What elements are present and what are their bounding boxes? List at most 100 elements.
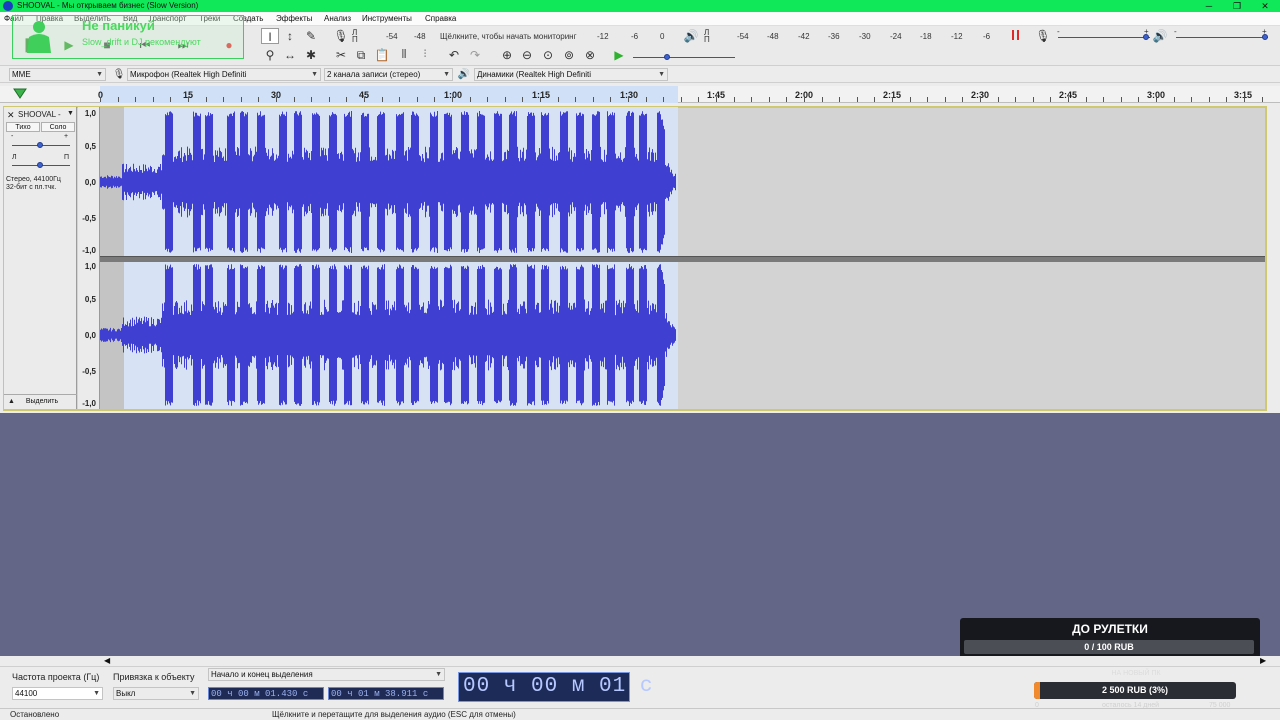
collapse-icon[interactable]: ▲ bbox=[8, 398, 15, 405]
fit-selection-icon[interactable]: ⊙ bbox=[539, 47, 557, 63]
amp-tick: 0,0 bbox=[84, 178, 96, 187]
paste-icon[interactable]: 📋 bbox=[373, 47, 391, 63]
ruler-tick: 3:15 bbox=[1234, 90, 1253, 100]
selection-tool-icon[interactable]: I bbox=[261, 28, 279, 44]
close-button[interactable]: ✕ bbox=[1250, 0, 1280, 12]
track-name-menu[interactable]: SHOOVAL - bbox=[18, 110, 61, 119]
ruler-minor-tick bbox=[786, 97, 787, 102]
ruler-tick: 1:00 bbox=[444, 90, 463, 100]
selection-mode-select[interactable]: Начало и конец выделения ▼ bbox=[208, 668, 445, 681]
play-at-speed-icon[interactable]: ▶ bbox=[610, 47, 628, 63]
timeshift-tool-icon[interactable]: ↔ bbox=[281, 47, 299, 63]
speaker-icon[interactable]: 🔊 bbox=[682, 28, 700, 44]
zoom-tool-icon[interactable]: ⚲ bbox=[261, 47, 279, 63]
solo-button[interactable]: Соло bbox=[41, 122, 75, 132]
minimize-button[interactable]: ─ bbox=[1194, 0, 1224, 12]
zoom-out-icon[interactable]: ⊖ bbox=[518, 47, 536, 63]
draw-tool-icon[interactable]: ✎ bbox=[302, 28, 320, 44]
menu-effects[interactable]: Эффекты bbox=[276, 14, 312, 23]
selection-start-time[interactable]: 00 ч 00 м 01.430 с bbox=[208, 687, 324, 700]
ruler-minor-tick bbox=[998, 97, 999, 102]
ruler-minor-tick bbox=[857, 97, 858, 102]
microphone-icon: 🎙 bbox=[112, 69, 126, 80]
menu-analyze[interactable]: Анализ bbox=[324, 14, 351, 23]
ruler-minor-tick bbox=[153, 97, 154, 102]
pan-slider[interactable] bbox=[37, 162, 43, 168]
multi-tool-icon[interactable]: ✱ bbox=[302, 47, 320, 63]
copy-icon[interactable]: ⧉ bbox=[352, 47, 370, 63]
rec-scale-12: -12 bbox=[597, 32, 609, 41]
roulette-goal-widget: ДО РУЛЕТКИ 0 / 100 RUB bbox=[960, 618, 1260, 660]
zoom-in-icon[interactable]: ⊕ bbox=[498, 47, 516, 63]
menu-tools[interactable]: Инструменты bbox=[362, 14, 412, 23]
play-volume-track bbox=[1176, 37, 1268, 38]
window-title: SHOOVAL - Мы открываем бизнес (Slow Vers… bbox=[17, 1, 199, 10]
rec-scale-0: 0 bbox=[660, 32, 665, 41]
timeline-ruler[interactable]: 0 15 30 45 1:00 1:15 1:30 1:45 2:00 2:15… bbox=[0, 86, 1280, 103]
ruler-minor-tick bbox=[663, 97, 664, 102]
ruler-minor-tick bbox=[170, 97, 171, 102]
roulette-progress: 0 / 100 RUB bbox=[964, 640, 1254, 654]
device-toolbar: MME ▼ 🎙 Микрофон (Realtek High Definiti ▼ … bbox=[0, 66, 1280, 83]
menu-help[interactable]: Справка bbox=[425, 14, 456, 23]
chevron-down-icon: ▼ bbox=[658, 71, 665, 78]
snap-value: Выкл bbox=[116, 689, 136, 698]
mute-button[interactable]: Тихо bbox=[6, 122, 40, 132]
channels-select[interactable]: 2 канала записи (стерео) ▼ bbox=[324, 68, 453, 81]
overlay-title: Не паникуй bbox=[82, 18, 155, 33]
fit-project-icon[interactable]: ⊚ bbox=[560, 47, 578, 63]
ruler-minor-tick bbox=[135, 97, 136, 102]
microphone-icon[interactable]: 🎙 bbox=[332, 28, 350, 44]
play-scale-42: -42 bbox=[798, 32, 810, 41]
project-rate-select[interactable]: 44100 ▼ bbox=[12, 687, 103, 700]
trim-icon[interactable]: ⫼ bbox=[395, 47, 413, 63]
ruler-minor-tick bbox=[734, 97, 735, 102]
scroll-left-icon[interactable]: ◀ bbox=[104, 656, 110, 665]
input-device-select[interactable]: Микрофон (Realtek High Definiti ▼ bbox=[127, 68, 321, 81]
track-close-icon[interactable]: ✕ bbox=[7, 110, 15, 121]
ruler-minor-tick bbox=[118, 97, 119, 102]
gain-slider[interactable] bbox=[37, 142, 43, 148]
ruler-minor-tick bbox=[329, 97, 330, 102]
play-speed-track bbox=[633, 57, 735, 58]
snap-select[interactable]: Выкл ▼ bbox=[113, 687, 199, 700]
track-control-panel: ✕ SHOOVAL - ▼ Тихо Соло - + Л П Стерео, … bbox=[4, 107, 77, 409]
rec-monitor-hint[interactable]: Щёлкните, чтобы начать мониторинг bbox=[440, 32, 577, 41]
track-menu-chevron-icon[interactable]: ▼ bbox=[67, 110, 74, 117]
maximize-button[interactable]: ❐ bbox=[1222, 0, 1252, 12]
ruler-minor-tick bbox=[769, 97, 770, 102]
ruler-minor-tick bbox=[1209, 97, 1210, 102]
ruler-minor-tick bbox=[382, 97, 383, 102]
play-speed-slider[interactable] bbox=[664, 54, 670, 60]
play-volume-slider[interactable] bbox=[1262, 34, 1268, 40]
scroll-right-icon[interactable]: ▶ bbox=[1260, 656, 1266, 665]
ruler-minor-tick bbox=[1103, 97, 1104, 102]
undo-icon[interactable]: ↶ bbox=[445, 47, 463, 63]
zoom-toggle-icon[interactable]: ⊗ bbox=[581, 47, 599, 63]
audio-host-select[interactable]: MME ▼ bbox=[9, 68, 106, 81]
ruler-minor-tick bbox=[839, 97, 840, 102]
ruler-minor-tick bbox=[822, 97, 823, 102]
output-device-select[interactable]: Динамики (Realtek High Definiti ▼ bbox=[474, 68, 668, 81]
ruler-minor-tick bbox=[505, 97, 506, 102]
cut-icon[interactable]: ✂ bbox=[332, 47, 350, 63]
mic-volume-slider[interactable] bbox=[1143, 34, 1149, 40]
horizontal-scrollbar[interactable]: ◀ ▶ bbox=[100, 656, 1270, 666]
timeline-options-icon[interactable] bbox=[13, 88, 27, 100]
ruler-minor-tick bbox=[575, 97, 576, 102]
ruler-minor-tick bbox=[1156, 97, 1157, 102]
ruler-minor-tick bbox=[716, 97, 717, 102]
ruler-minor-tick bbox=[1244, 97, 1245, 102]
envelope-tool-icon[interactable]: ↕ bbox=[281, 28, 299, 44]
select-track-button[interactable]: Выделить bbox=[18, 397, 66, 407]
selection-end-time[interactable]: 00 ч 01 м 38.911 с bbox=[328, 687, 444, 700]
silence-icon[interactable]: ⫶ bbox=[416, 47, 434, 63]
ruler-tick: 1:15 bbox=[532, 90, 551, 100]
waveform[interactable] bbox=[100, 107, 680, 409]
audio-position-display[interactable]: 00 ч 00 м 01 с bbox=[458, 672, 652, 702]
ruler-minor-tick bbox=[188, 97, 189, 102]
track-format: Стерео, 44100Гц bbox=[6, 176, 61, 183]
ruler-minor-tick bbox=[962, 97, 963, 102]
app-icon bbox=[3, 1, 13, 11]
redo-icon[interactable]: ↷ bbox=[466, 47, 484, 63]
